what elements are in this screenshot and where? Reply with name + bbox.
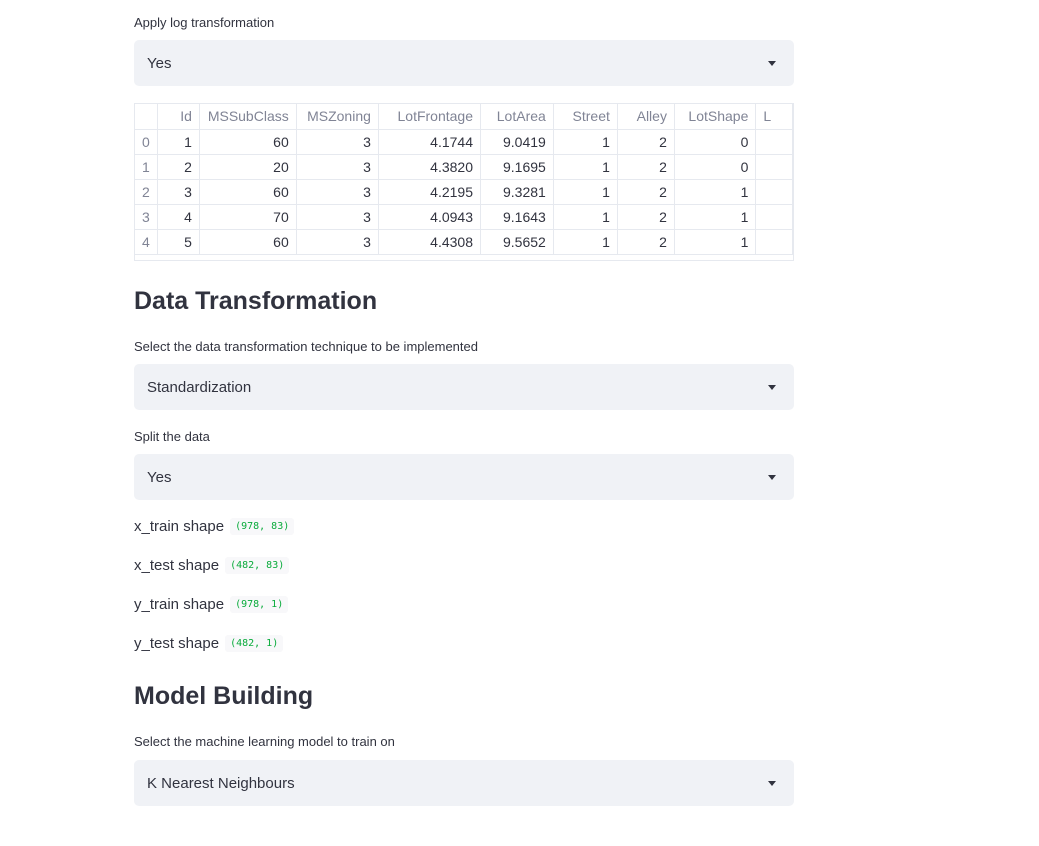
column-header[interactable]: Alley bbox=[617, 104, 675, 130]
column-header[interactable] bbox=[135, 104, 158, 130]
table-cell: 3 bbox=[296, 204, 379, 230]
dataframe-table: Id MSSubClass MSZoning LotFrontage LotAr… bbox=[135, 104, 793, 255]
chevron-down-icon bbox=[768, 385, 776, 390]
table-cell: 9.1643 bbox=[480, 204, 554, 230]
table-row: 1 2 20 3 4.3820 9.1695 1 2 0 bbox=[135, 154, 793, 180]
table-cell: 1 bbox=[553, 154, 618, 180]
table-cell: 0 bbox=[674, 154, 757, 180]
y-train-shape-row: y_train shape (978, 1) bbox=[134, 596, 289, 613]
row-index: 3 bbox=[135, 204, 158, 230]
shape-label: x_test shape bbox=[134, 557, 220, 574]
log-transform-label: Apply log transformation bbox=[134, 15, 275, 30]
table-cell: 1 bbox=[674, 204, 757, 230]
table-cell: 1 bbox=[553, 229, 618, 255]
table-cell: 1 bbox=[674, 179, 757, 205]
table-cell: 4.2195 bbox=[378, 179, 482, 205]
shape-label: y_train shape bbox=[134, 596, 225, 613]
table-cell: 2 bbox=[617, 154, 675, 180]
table-row: 2 3 60 3 4.2195 9.3281 1 2 1 bbox=[135, 179, 793, 205]
table-cell bbox=[755, 179, 793, 205]
column-header[interactable]: Id bbox=[157, 104, 200, 130]
split-value: Yes bbox=[147, 468, 172, 486]
table-cell: 2 bbox=[617, 229, 675, 255]
table-cell: 20 bbox=[199, 154, 297, 180]
column-header[interactable]: MSZoning bbox=[296, 104, 379, 130]
shape-value: (978, 83) bbox=[230, 518, 295, 535]
technique-value: Standardization bbox=[147, 378, 252, 396]
table-cell: 3 bbox=[296, 129, 379, 155]
model-value: K Nearest Neighbours bbox=[147, 774, 295, 792]
row-index: 1 bbox=[135, 154, 158, 180]
column-header[interactable]: Street bbox=[553, 104, 618, 130]
table-cell: 1 bbox=[553, 204, 618, 230]
column-header[interactable]: LotFrontage bbox=[378, 104, 482, 130]
x-train-shape-row: x_train shape (978, 83) bbox=[134, 518, 295, 535]
table-cell: 4.0943 bbox=[378, 204, 482, 230]
table-cell: 60 bbox=[199, 129, 297, 155]
row-index: 2 bbox=[135, 179, 158, 205]
shape-label: x_train shape bbox=[134, 518, 225, 535]
table-cell: 4.3820 bbox=[378, 154, 482, 180]
table-cell: 60 bbox=[199, 229, 297, 255]
table-cell: 9.3281 bbox=[480, 179, 554, 205]
shape-label: y_test shape bbox=[134, 635, 220, 652]
log-transform-select[interactable]: Yes bbox=[134, 40, 794, 86]
shape-value: (978, 1) bbox=[230, 596, 289, 613]
row-index: 4 bbox=[135, 229, 158, 255]
table-cell: 2 bbox=[617, 129, 675, 155]
table-cell: 4 bbox=[157, 204, 200, 230]
table-cell: 3 bbox=[296, 154, 379, 180]
table-row: 0 1 60 3 4.1744 9.0419 1 2 0 bbox=[135, 129, 793, 155]
table-header-row: Id MSSubClass MSZoning LotFrontage LotAr… bbox=[135, 104, 793, 130]
model-select[interactable]: K Nearest Neighbours bbox=[134, 760, 794, 806]
table-cell: 9.0419 bbox=[480, 129, 554, 155]
table-cell bbox=[755, 129, 793, 155]
table-cell: 70 bbox=[199, 204, 297, 230]
table-cell bbox=[755, 204, 793, 230]
table-cell: 1 bbox=[553, 179, 618, 205]
x-test-shape-row: x_test shape (482, 83) bbox=[134, 557, 290, 574]
table-cell: 2 bbox=[617, 179, 675, 205]
table-row: 3 4 70 3 4.0943 9.1643 1 2 1 bbox=[135, 204, 793, 230]
log-transform-value: Yes bbox=[147, 54, 172, 72]
column-header[interactable]: LotShape bbox=[674, 104, 757, 130]
app-page: Apply log transformation Yes Id MSSubCla… bbox=[0, 0, 1039, 846]
technique-label: Select the data transformation technique… bbox=[134, 339, 478, 354]
shape-value: (482, 1) bbox=[225, 635, 284, 652]
table-cell: 3 bbox=[157, 179, 200, 205]
y-test-shape-row: y_test shape (482, 1) bbox=[134, 635, 284, 652]
model-building-heading: Model Building bbox=[134, 682, 314, 710]
table-cell: 2 bbox=[617, 204, 675, 230]
table-cell: 9.1695 bbox=[480, 154, 554, 180]
table-cell: 9.5652 bbox=[480, 229, 554, 255]
table-row: 4 5 60 3 4.4308 9.5652 1 2 1 bbox=[135, 229, 793, 255]
column-header[interactable]: MSSubClass bbox=[199, 104, 297, 130]
row-index: 0 bbox=[135, 129, 158, 155]
column-header[interactable]: L bbox=[755, 104, 793, 130]
chevron-down-icon bbox=[768, 61, 776, 66]
table-cell: 3 bbox=[296, 179, 379, 205]
table-cell: 4.1744 bbox=[378, 129, 482, 155]
table-cell: 4.4308 bbox=[378, 229, 482, 255]
table-cell: 2 bbox=[157, 154, 200, 180]
dataframe-view[interactable]: Id MSSubClass MSZoning LotFrontage LotAr… bbox=[134, 103, 794, 261]
table-cell: 0 bbox=[674, 129, 757, 155]
chevron-down-icon bbox=[768, 781, 776, 786]
table-cell bbox=[755, 154, 793, 180]
table-cell: 60 bbox=[199, 179, 297, 205]
table-cell: 1 bbox=[553, 129, 618, 155]
shape-value: (482, 83) bbox=[225, 557, 290, 574]
data-transformation-heading: Data Transformation bbox=[134, 287, 378, 315]
split-select[interactable]: Yes bbox=[134, 454, 794, 500]
table-cell: 5 bbox=[157, 229, 200, 255]
technique-select[interactable]: Standardization bbox=[134, 364, 794, 410]
table-cell: 1 bbox=[674, 229, 757, 255]
split-label: Split the data bbox=[134, 429, 210, 444]
table-cell bbox=[755, 229, 793, 255]
model-label: Select the machine learning model to tra… bbox=[134, 734, 395, 749]
column-header[interactable]: LotArea bbox=[480, 104, 554, 130]
table-cell: 3 bbox=[296, 229, 379, 255]
table-cell: 1 bbox=[157, 129, 200, 155]
chevron-down-icon bbox=[768, 475, 776, 480]
